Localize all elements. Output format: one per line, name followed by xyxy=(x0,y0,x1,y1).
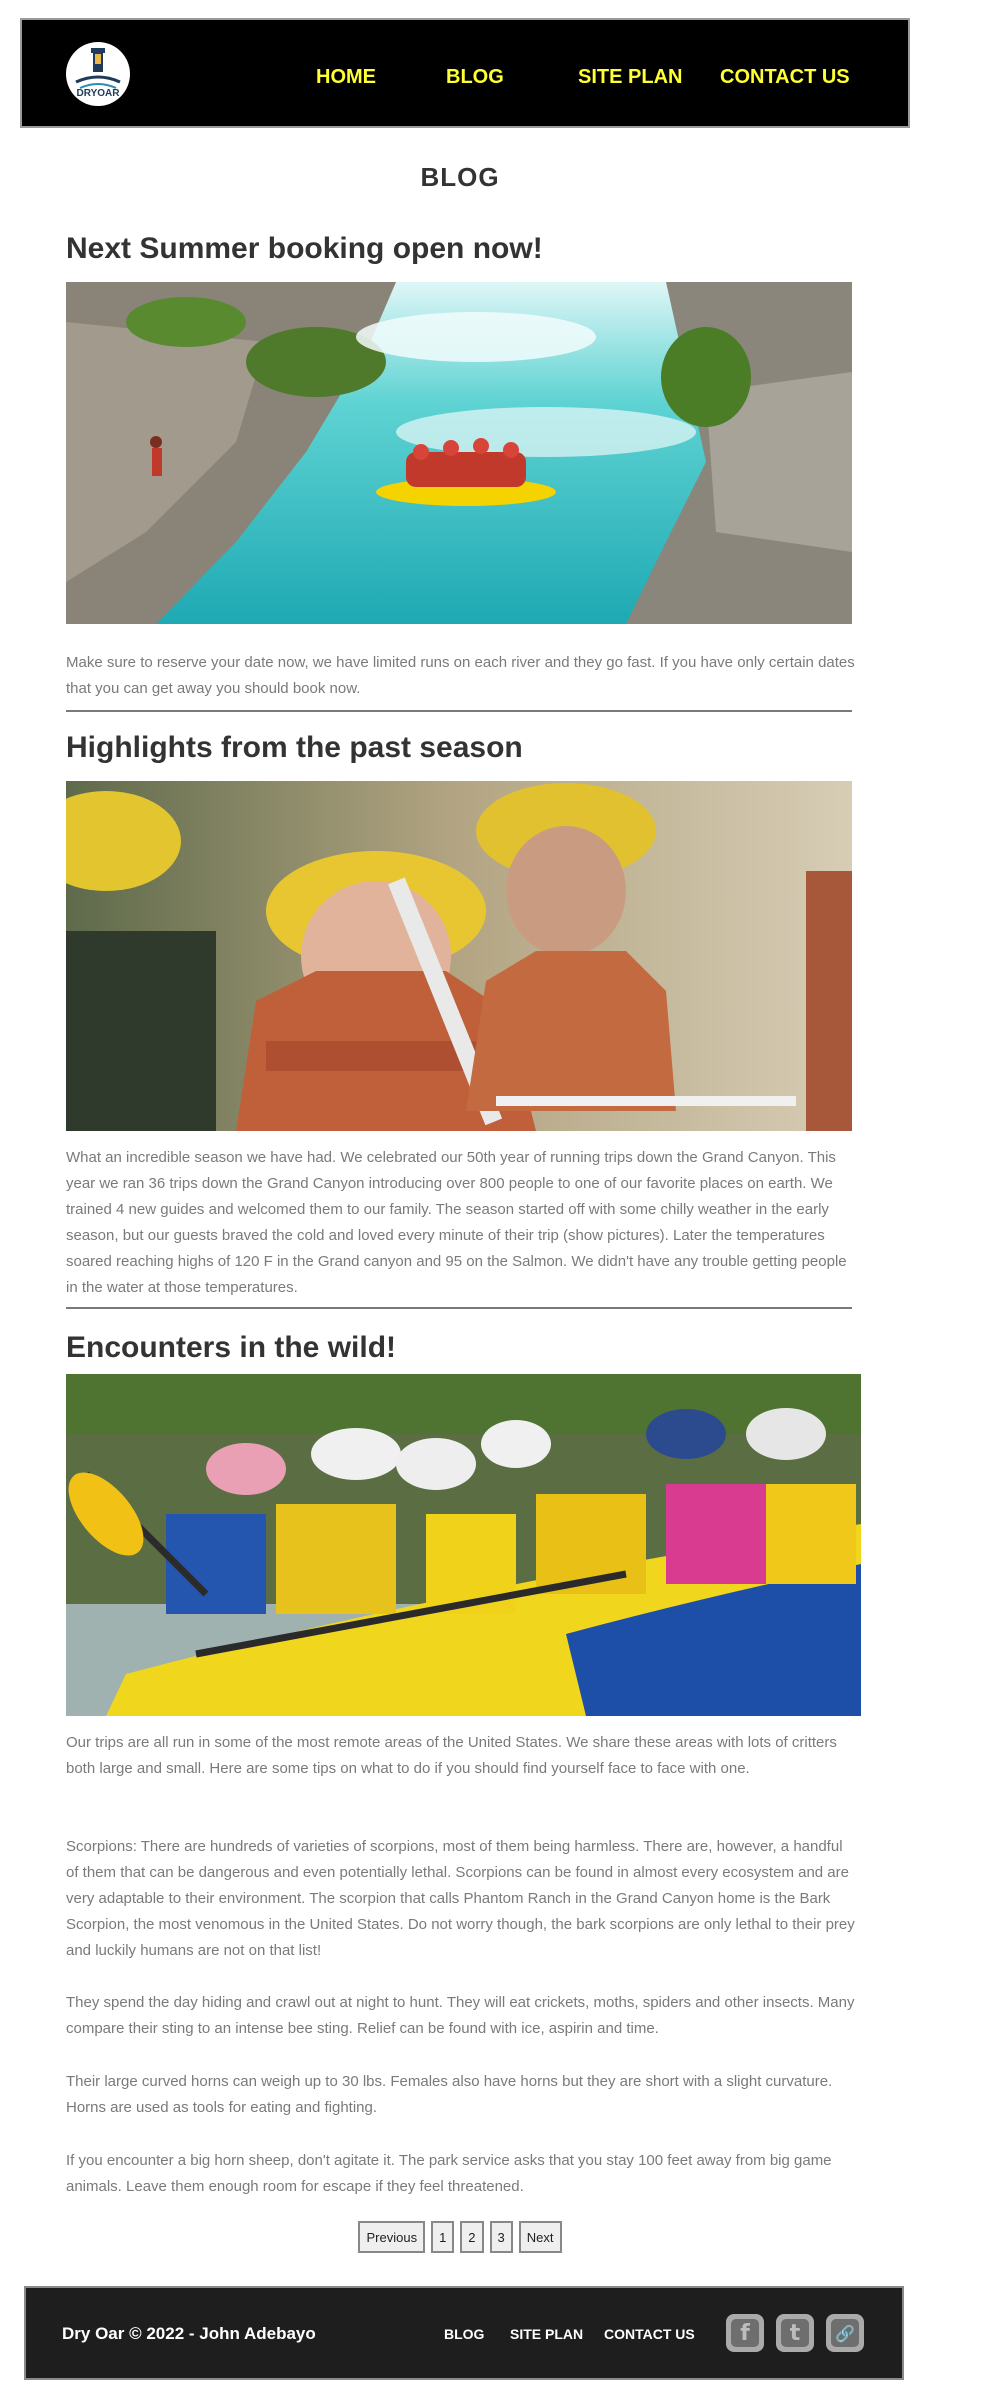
page-2-button[interactable]: 2 xyxy=(460,2221,484,2253)
post-divider xyxy=(66,1307,852,1309)
nav-site-plan[interactable]: SITE PLAN xyxy=(578,66,682,89)
nav-contact-us[interactable]: CONTACT US xyxy=(720,66,850,89)
footer-link-site-plan[interactable]: SITE PLAN xyxy=(510,2326,583,2342)
footer-link-blog[interactable]: BLOG xyxy=(444,2326,484,2342)
post-title: Highlights from the past season xyxy=(66,731,523,764)
post-paragraph: They spend the day hiding and crawl out … xyxy=(66,1994,855,2037)
pagination: Previous 1 2 3 Next xyxy=(0,2221,920,2253)
nav-home[interactable]: HOME xyxy=(316,66,376,89)
yellow-raft-crew-photo xyxy=(66,1374,861,1716)
nav-blog[interactable]: BLOG xyxy=(446,66,504,89)
post-divider xyxy=(66,710,852,712)
post-title: Next Summer booking open now! xyxy=(66,232,543,265)
post-paragraph: Scorpions: There are hundreds of varieti… xyxy=(66,1838,855,1959)
post-paragraph: Their large curved horns can weigh up to… xyxy=(66,2073,833,2116)
site-footer: Dry Oar © 2022 - John Adebayo BLOG SITE … xyxy=(24,2286,904,2380)
post-paragraph: Our trips are all run in some of the mos… xyxy=(66,1734,837,1777)
next-page-button[interactable]: Next xyxy=(518,2221,562,2253)
post-body: What an incredible season we have had. W… xyxy=(66,1149,847,1296)
footer-link-contact-us[interactable]: CONTACT US xyxy=(604,2326,695,2342)
logo-text: DRYOAR xyxy=(77,88,121,99)
page-title: BLOG xyxy=(420,162,500,192)
rafting-river-photo xyxy=(66,282,852,624)
page-1-button[interactable]: 1 xyxy=(431,2221,455,2253)
post-body: Make sure to reserve your date now, we h… xyxy=(66,654,855,697)
footer-copyright: Dry Oar © 2022 - John Adebayo xyxy=(62,2324,316,2343)
dryoar-logo[interactable]: DRYOAR xyxy=(66,42,130,106)
logo-graphic: DRYOAR xyxy=(67,43,129,105)
post-title: Encounters in the wild! xyxy=(66,1331,397,1364)
link-icon[interactable]: 🔗 xyxy=(826,2314,864,2352)
previous-page-button[interactable]: Previous xyxy=(358,2221,426,2253)
post-paragraph: If you encounter a big horn sheep, don't… xyxy=(66,2152,832,2195)
twitter-icon[interactable]: t xyxy=(776,2314,814,2352)
smiling-rafters-photo xyxy=(66,781,852,1131)
page-3-button[interactable]: 3 xyxy=(489,2221,513,2253)
facebook-icon[interactable]: f xyxy=(726,2314,764,2352)
site-header: DRYOAR HOME BLOG SITE PLAN CONTACT US xyxy=(20,18,910,128)
